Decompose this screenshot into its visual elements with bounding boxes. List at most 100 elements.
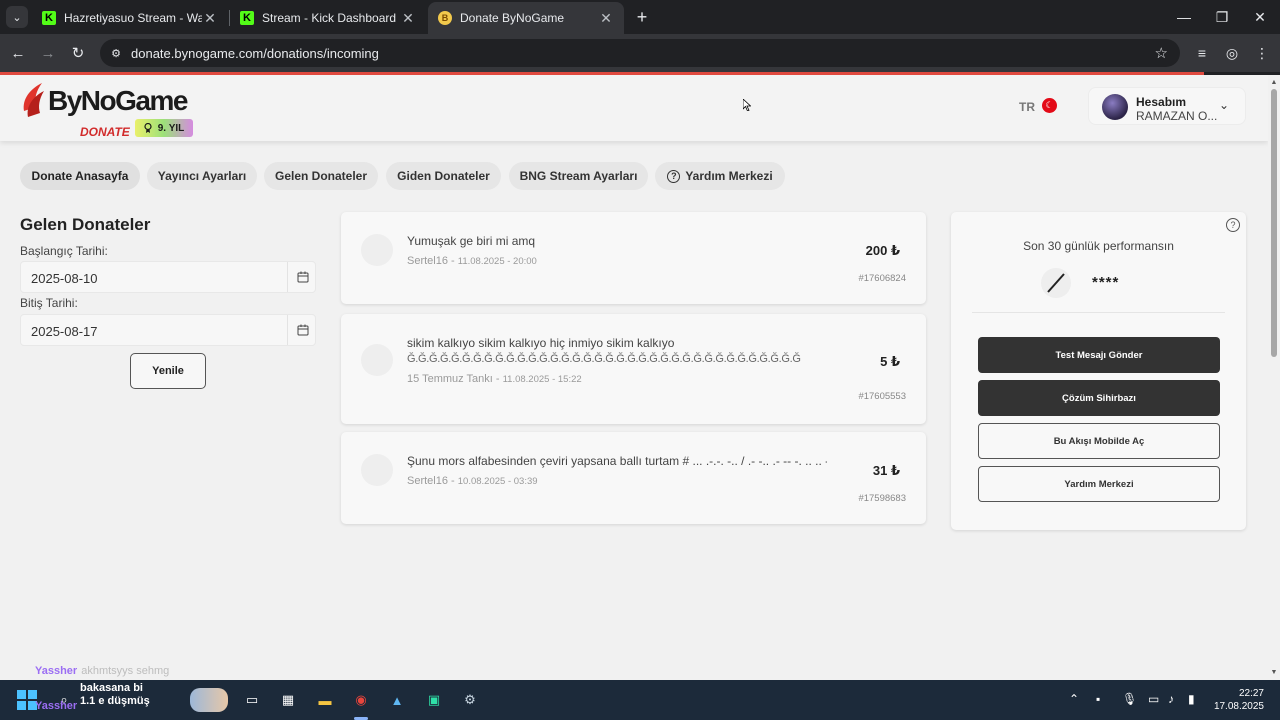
avatar xyxy=(1102,94,1128,120)
end-date-field[interactable]: 2025-08-17 xyxy=(20,314,316,346)
donation-id: #17605553 xyxy=(858,391,906,402)
tray-app-icon[interactable]: ▪ xyxy=(1096,692,1100,706)
browser-tab-kick-stream[interactable]: K Hazretiyasuo Stream - Watch Li ✕ xyxy=(32,2,228,34)
forward-arrow-icon[interactable]: → xyxy=(38,43,58,63)
scroll-thumb[interactable] xyxy=(1271,89,1277,357)
streaming-app-icon[interactable]: ▣ xyxy=(422,688,446,712)
windows-start-icon[interactable] xyxy=(17,690,37,710)
task-view-icon[interactable]: ▭ xyxy=(240,688,264,712)
language-selector[interactable]: TR xyxy=(1019,100,1035,114)
help-icon[interactable]: ? xyxy=(1226,218,1240,232)
site-header: ByNoGame DONATE 9. YIL TR ☾ Hesabım RAMA… xyxy=(0,75,1268,141)
turkey-flag-icon[interactable]: ☾ xyxy=(1042,98,1057,113)
nav-giden-donateler[interactable]: Giden Donateler xyxy=(386,162,501,190)
volume-icon[interactable]: ♪ xyxy=(1168,692,1174,706)
site-info-icon[interactable]: ⚙ xyxy=(108,45,124,61)
taskbar-overlay-user: Yassher xyxy=(35,700,78,712)
clock-time: 22:27 xyxy=(1238,688,1264,699)
trophy-icon xyxy=(144,123,152,133)
back-arrow-icon[interactable]: ← xyxy=(8,43,28,63)
page-scrollbar[interactable]: ▲ ▼ xyxy=(1268,75,1280,680)
open-on-mobile-button[interactable]: Bu Akışı Mobilde Aç xyxy=(978,423,1220,459)
clock-date: 17.08.2025 xyxy=(1213,701,1264,712)
battery-icon[interactable]: ▮ xyxy=(1188,692,1195,706)
field-divider xyxy=(287,262,288,292)
bookmark-star-icon[interactable]: ☆ xyxy=(1155,44,1168,62)
nav-donate-anasayfa[interactable]: Donate Anasayfa xyxy=(20,162,140,190)
donor-avatar xyxy=(361,454,393,486)
tab-search-chevron-icon[interactable]: ⌄ xyxy=(6,6,28,28)
tab-title: Stream - Kick Dashboard xyxy=(262,11,397,25)
menu-dots-icon[interactable]: ⋮ xyxy=(1252,43,1272,63)
donation-message: Yumuşak ge biri mi amq xyxy=(407,234,536,248)
system-clock[interactable]: 22:27 17.08.2025 xyxy=(1212,687,1264,713)
bynogame-icon: B xyxy=(438,11,452,25)
calendar-icon[interactable] xyxy=(297,324,309,336)
network-icon[interactable]: ▭ xyxy=(1148,692,1159,706)
microphone-icon[interactable]: 🎙 xyxy=(1122,692,1137,706)
performance-title: Son 30 günlük performansın xyxy=(1023,239,1174,253)
nav-bng-stream-ayarlari[interactable]: BNG Stream Ayarları xyxy=(509,162,648,190)
image-app-icon[interactable]: ▲ xyxy=(385,688,409,712)
steam-icon[interactable]: ⚙ xyxy=(458,688,482,712)
nav-gelen-donateler[interactable]: Gelen Donateler xyxy=(264,162,378,190)
send-test-message-button[interactable]: Test Mesajı Gönder xyxy=(978,337,1220,373)
url-text[interactable]: donate.bynogame.com/donations/incoming xyxy=(131,46,379,61)
tray-expand-icon[interactable]: ⌃ xyxy=(1069,692,1079,706)
chrome-icon[interactable]: ◉ xyxy=(349,688,373,712)
help-center-button[interactable]: Yardım Merkezi xyxy=(978,466,1220,502)
restore-icon[interactable]: ❐ xyxy=(1202,0,1242,34)
browser-tab-kick-dashboard[interactable]: K Stream - Kick Dashboard ✕ xyxy=(230,2,426,34)
donation-amount: 200 ₺ xyxy=(865,243,900,258)
start-date-label: Başlangıç Tarihi: xyxy=(20,244,108,258)
kick-icon: K xyxy=(42,11,56,25)
media-queue-icon[interactable]: ≡ xyxy=(1192,43,1212,63)
field-divider xyxy=(287,315,288,345)
account-title: Hesabım xyxy=(1136,95,1187,109)
microsoft-store-icon[interactable]: ▦ xyxy=(276,688,300,712)
kick-icon: K xyxy=(240,11,254,25)
nav-yardim-merkezi-label: Yardım Merkezi xyxy=(685,169,773,183)
profile-icon[interactable]: ◎ xyxy=(1222,43,1242,63)
donor-name: Sertel16 xyxy=(407,255,448,267)
bynogame-logo[interactable]: ByNoGame DONATE 9. YIL xyxy=(18,79,208,139)
donor-name: Sertel16 xyxy=(407,475,448,487)
donation-date: 10.08.2025 - 03:39 xyxy=(457,476,538,487)
solution-wizard-button[interactable]: Çözüm Sihirbazı xyxy=(978,380,1220,416)
nav-yardim-merkezi[interactable]: ? Yardım Merkezi xyxy=(655,162,785,190)
donation-id: #17598683 xyxy=(858,493,906,504)
chevron-down-icon: ⌄ xyxy=(1219,98,1230,112)
browser-tab-donate-bynogame[interactable]: B Donate ByNoGame ✕ xyxy=(428,2,624,34)
new-tab-icon[interactable]: + xyxy=(632,7,652,27)
hidden-value-slash-icon[interactable] xyxy=(1041,268,1071,298)
scroll-down-icon[interactable]: ▼ xyxy=(1270,669,1278,676)
chat-message: akhmtsyys sehmg xyxy=(81,665,170,677)
donor-avatar xyxy=(361,234,393,266)
close-icon[interactable]: ✕ xyxy=(400,10,416,27)
browser-toolbar: ← → ↻ ⚙ donate.bynogame.com/donations/in… xyxy=(0,34,1280,72)
close-icon[interactable]: ✕ xyxy=(202,10,218,27)
mouse-cursor-icon xyxy=(743,99,751,111)
account-menu[interactable]: Hesabım RAMAZAN O... ⌄ xyxy=(1088,87,1246,125)
tab-title: Donate ByNoGame xyxy=(460,11,565,25)
nav-yayinci-ayarlari[interactable]: Yayıncı Ayarları xyxy=(147,162,257,190)
scroll-up-icon[interactable]: ▲ xyxy=(1270,79,1278,86)
close-icon[interactable]: ✕ xyxy=(598,10,614,27)
donation-message: sikim kalkıyo sikim kalkıyo hiç inmiyo s… xyxy=(407,335,827,367)
refresh-button[interactable]: Yenile xyxy=(130,353,206,389)
file-explorer-icon[interactable]: ▬ xyxy=(313,688,337,712)
start-date-field[interactable]: 2025-08-10 xyxy=(20,261,316,293)
start-date-value[interactable]: 2025-08-10 xyxy=(31,271,98,286)
end-date-value[interactable]: 2025-08-17 xyxy=(31,324,98,339)
logo-donate-label: DONATE xyxy=(80,125,130,139)
address-bar[interactable]: ⚙ donate.bynogame.com/donations/incoming… xyxy=(100,39,1180,67)
donation-card: Şunu mors alfabesinden çeviri yapsana ba… xyxy=(341,432,926,524)
donation-date: 11.08.2025 - 15:22 xyxy=(502,374,582,385)
window-close-icon[interactable]: ✕ xyxy=(1240,0,1280,34)
widgets-icon[interactable] xyxy=(190,688,228,712)
minimize-icon[interactable]: — xyxy=(1164,0,1204,34)
calendar-icon[interactable] xyxy=(297,271,309,283)
anniversary-badge: 9. YIL xyxy=(135,119,193,137)
reload-icon[interactable]: ↻ xyxy=(68,43,88,63)
taskbar-overlay-line2: 1.1 e düşmüş xyxy=(80,695,150,707)
